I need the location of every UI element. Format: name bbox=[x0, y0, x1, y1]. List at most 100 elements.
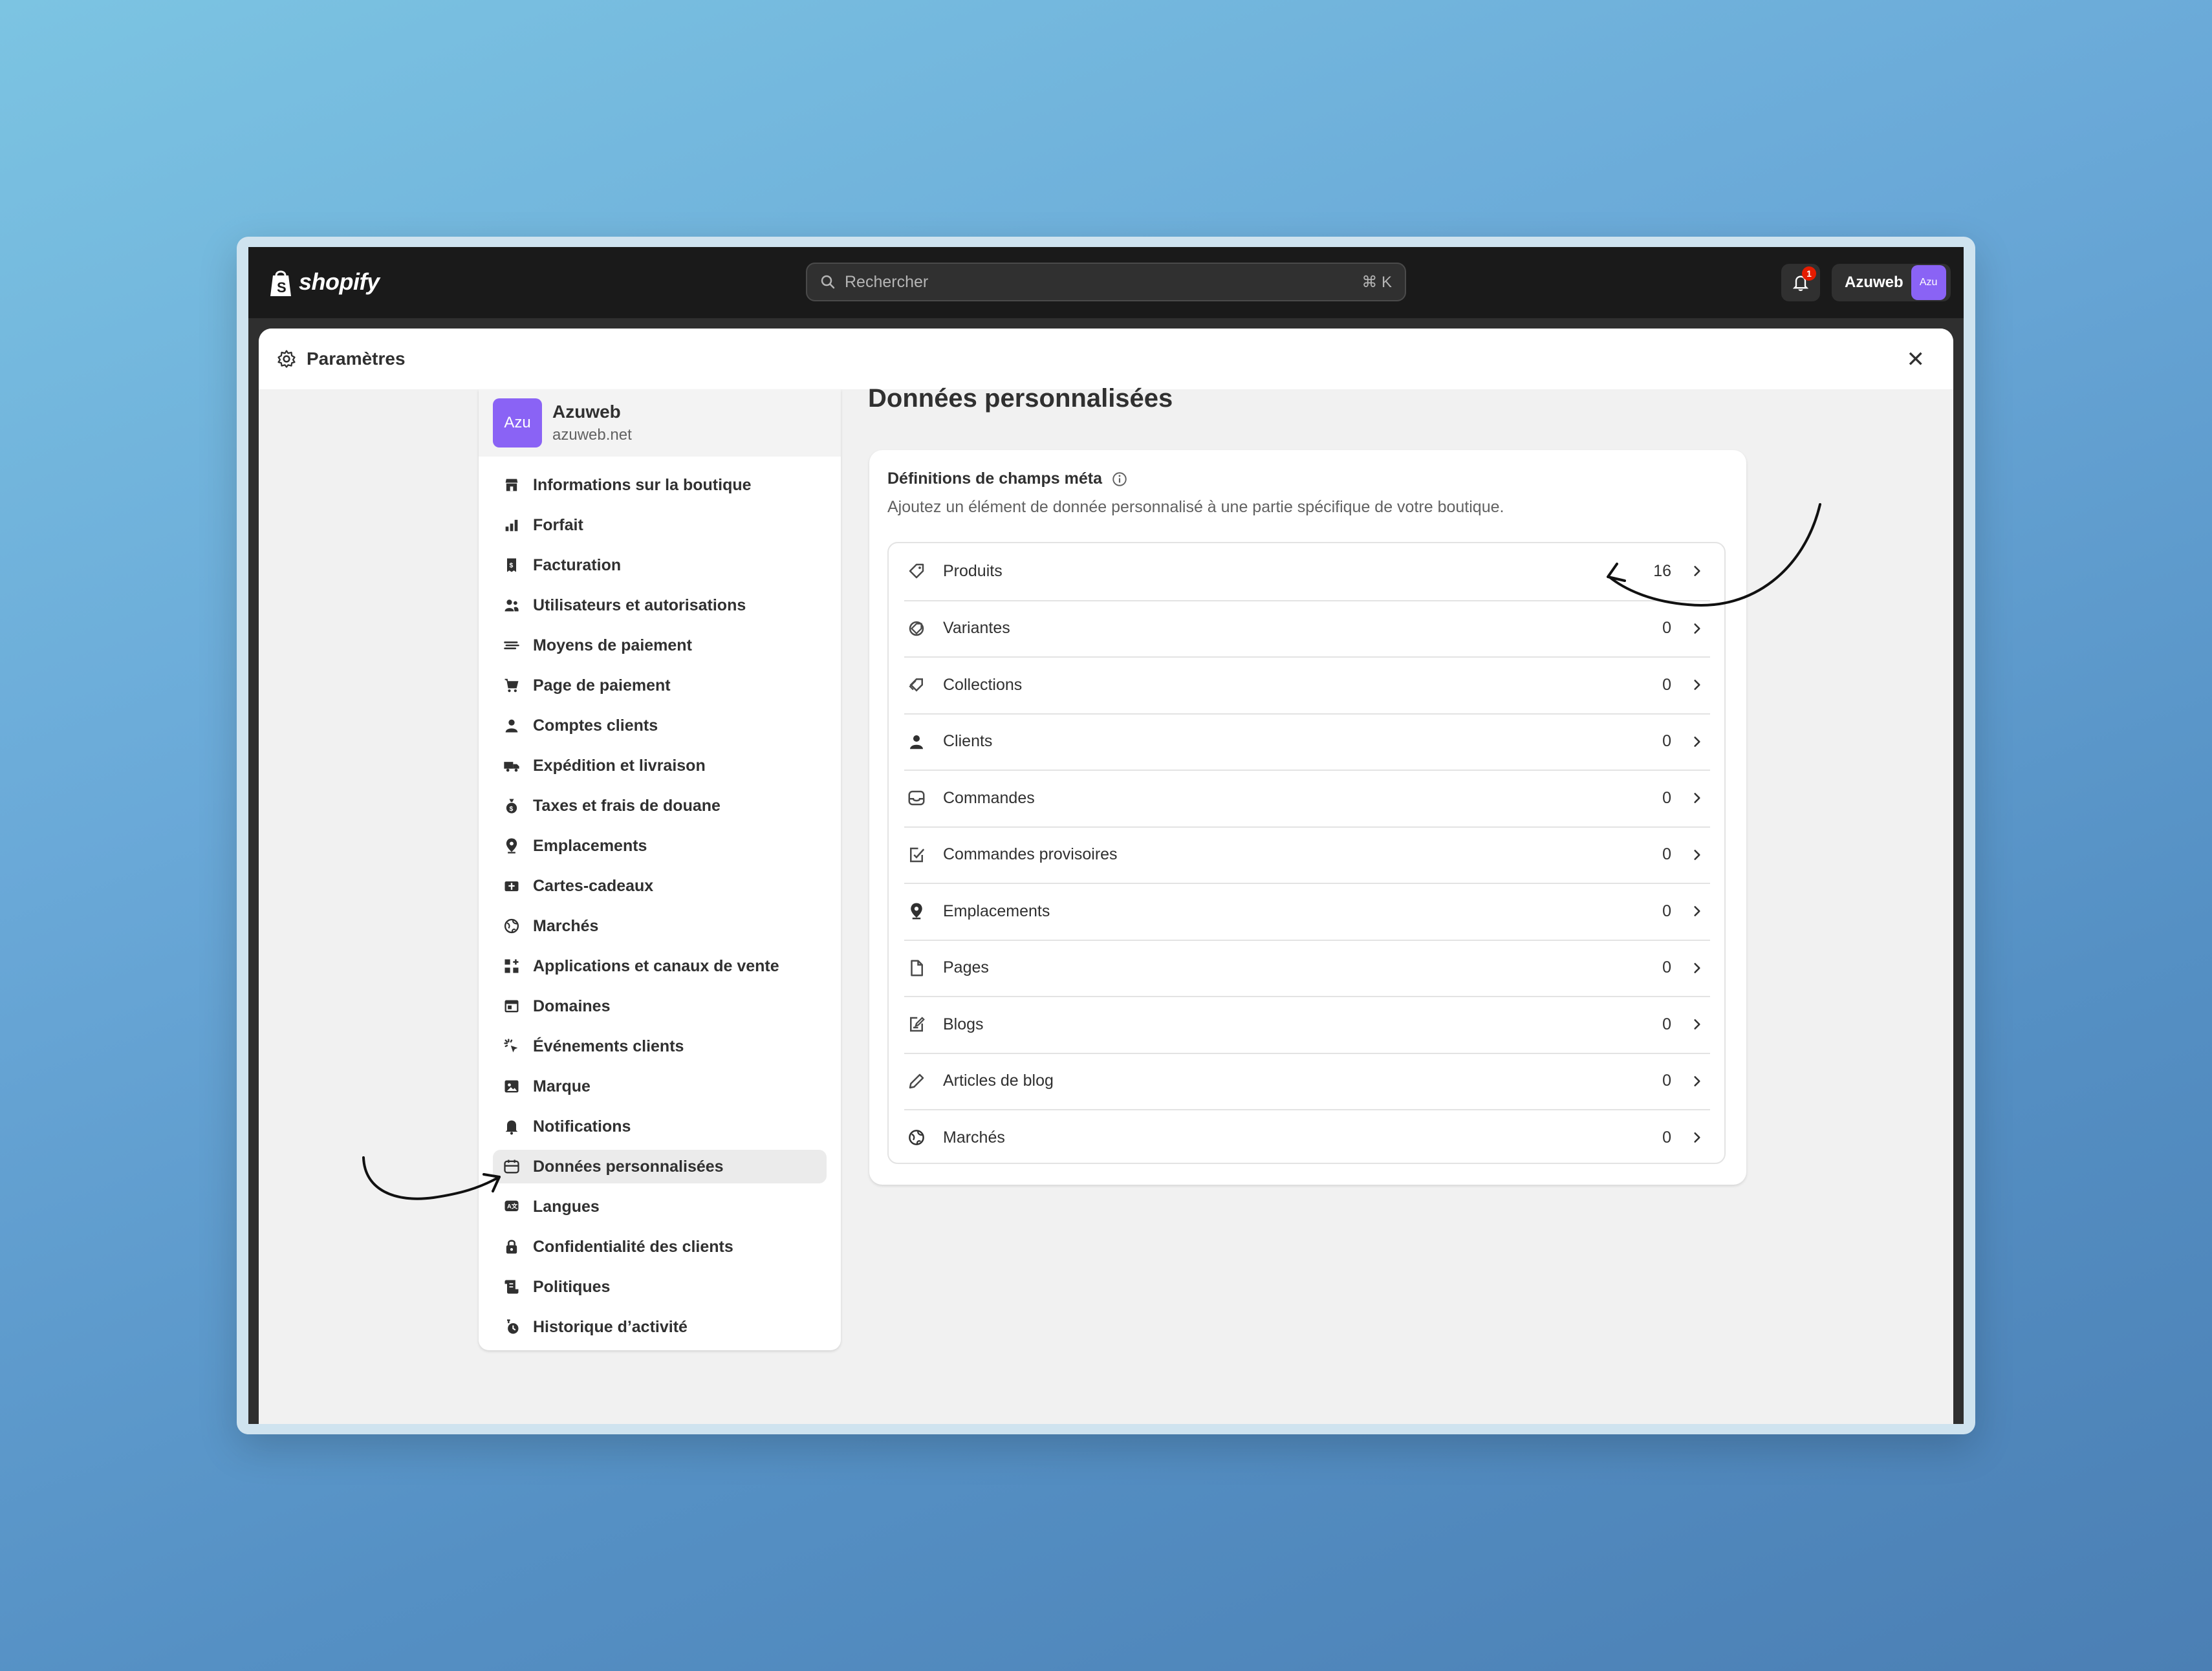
sidebar-item[interactable]: Expédition et livraison bbox=[493, 749, 827, 782]
domain-icon bbox=[504, 1000, 519, 1013]
sidebar-item[interactable]: Informations sur la boutique bbox=[493, 468, 827, 502]
store-avatar: Azu bbox=[493, 398, 542, 447]
chart-icon bbox=[505, 519, 518, 532]
history-icon bbox=[507, 1319, 519, 1334]
store-switcher[interactable]: Azu Azuweb azuweb.net bbox=[479, 389, 841, 457]
sidebar-item[interactable]: Utilisateurs et autorisations bbox=[493, 588, 827, 622]
sidebar-item[interactable]: Forfait bbox=[493, 508, 827, 542]
sidebar-item[interactable]: Moyens de paiement bbox=[493, 629, 827, 662]
resource-row[interactable]: Collections 0 bbox=[904, 656, 1710, 712]
resource-label: Articles de blog bbox=[943, 1072, 1054, 1090]
sidebar-item-icon bbox=[502, 636, 521, 655]
sidebar-item-icon bbox=[502, 1117, 521, 1136]
sidebar-item[interactable]: Politiques bbox=[493, 1270, 827, 1304]
sidebar-item[interactable]: $ Facturation bbox=[493, 548, 827, 582]
resource-count: 0 bbox=[1662, 1072, 1671, 1090]
moneybag-icon: $ bbox=[506, 799, 517, 814]
chevron-right-icon bbox=[1694, 623, 1700, 634]
giftcard-icon bbox=[504, 881, 519, 892]
bell-icon bbox=[505, 1120, 518, 1135]
location-icon bbox=[506, 838, 517, 854]
sidebar-item-label: Notifications bbox=[533, 1117, 631, 1136]
resource-count: 0 bbox=[1662, 675, 1671, 694]
sidebar-item[interactable]: Applications et canaux de vente bbox=[493, 949, 827, 983]
sidebar-item-label: Facturation bbox=[533, 555, 622, 574]
sidebar-item-label: Comptes clients bbox=[533, 716, 658, 735]
notifications-button[interactable]: 1 bbox=[1781, 264, 1820, 301]
sidebar-item-icon bbox=[502, 876, 521, 896]
chevron-right-icon bbox=[1694, 736, 1700, 747]
chevron-right-icon bbox=[1694, 1075, 1700, 1086]
sidebar-item[interactable]: Page de paiement bbox=[493, 669, 827, 702]
resource-row[interactable]: Articles de blog 0 bbox=[904, 1052, 1710, 1108]
resource-row[interactable]: Produits 16 bbox=[904, 543, 1710, 599]
sidebar-item[interactable]: Marchés bbox=[493, 909, 827, 943]
resource-row[interactable]: Emplacements 0 bbox=[904, 883, 1710, 938]
person-icon bbox=[910, 735, 923, 749]
resource-label: Collections bbox=[943, 675, 1023, 694]
resource-label: Commandes provisoires bbox=[943, 845, 1118, 863]
sidebar-item[interactable]: Événements clients bbox=[493, 1030, 827, 1063]
resource-row[interactable]: Pages 0 bbox=[904, 939, 1710, 995]
sidebar-item-label: Marchés bbox=[533, 916, 599, 935]
sidebar-item-icon: $ bbox=[502, 555, 521, 575]
blog-icon bbox=[910, 1017, 925, 1032]
users-icon bbox=[504, 599, 519, 612]
search-placeholder: Rechercher bbox=[845, 272, 929, 291]
sidebar-item-label: Utilisateurs et autorisations bbox=[533, 596, 746, 614]
lock-icon bbox=[506, 1240, 517, 1254]
variant-icon bbox=[909, 621, 924, 636]
close-icon[interactable]: ✕ bbox=[1907, 347, 1925, 372]
resource-label: Pages bbox=[943, 958, 989, 976]
card-description: Ajoutez un élément de donnée personnalis… bbox=[887, 498, 1504, 516]
resource-row[interactable]: Marchés 0 bbox=[904, 1109, 1710, 1165]
info-icon[interactable] bbox=[1111, 471, 1128, 488]
settings-modal: Paramètres ✕ Azu Azuweb azuweb.net Infor… bbox=[259, 329, 1953, 1424]
resource-row[interactable]: Commandes 0 bbox=[904, 770, 1710, 825]
sidebar-item[interactable]: Domaines bbox=[493, 989, 827, 1023]
sidebar-item-label: Confidentialité des clients bbox=[533, 1237, 733, 1256]
collection-icon bbox=[909, 678, 923, 692]
sidebar-item[interactable]: Cartes-cadeaux bbox=[493, 869, 827, 903]
resource-label: Variantes bbox=[943, 619, 1010, 637]
cursor-icon bbox=[504, 1039, 518, 1053]
resource-count: 0 bbox=[1662, 845, 1671, 863]
resource-row[interactable]: Commandes provisoires 0 bbox=[904, 826, 1710, 882]
shopify-logo[interactable]: S shopify bbox=[268, 266, 380, 297]
sidebar-item[interactable]: Historique d’activité bbox=[493, 1310, 827, 1344]
chevron-right-icon bbox=[1694, 849, 1700, 860]
brand-icon bbox=[504, 1080, 519, 1093]
resource-row[interactable]: Blogs 0 bbox=[904, 996, 1710, 1051]
sidebar-item[interactable]: Marque bbox=[493, 1070, 827, 1103]
annotation-arrow-left bbox=[362, 1156, 501, 1200]
store-icon bbox=[505, 479, 518, 491]
cart-icon bbox=[504, 678, 519, 693]
search-bar[interactable]: Rechercher ⌘ K bbox=[806, 263, 1406, 301]
globe-icon bbox=[909, 1130, 924, 1145]
truck-icon bbox=[504, 762, 519, 772]
sidebar-item[interactable]: Notifications bbox=[493, 1110, 827, 1143]
account-menu[interactable]: Azuweb Azu bbox=[1832, 264, 1951, 301]
resource-count: 0 bbox=[1662, 788, 1671, 807]
annotation-arrow-right bbox=[1607, 503, 1821, 607]
inbox-icon bbox=[908, 790, 925, 806]
sidebar-item[interactable]: Emplacements bbox=[493, 829, 827, 863]
sidebar-item-icon bbox=[502, 1077, 521, 1096]
sidebar-item[interactable]: Comptes clients bbox=[493, 709, 827, 742]
resource-row[interactable]: Clients 0 bbox=[904, 713, 1710, 769]
sidebar-item[interactable]: Confidentialité des clients bbox=[493, 1230, 827, 1264]
sidebar-item-label: Marque bbox=[533, 1077, 591, 1095]
pen-icon bbox=[909, 1073, 924, 1088]
chevron-right-icon bbox=[1694, 793, 1700, 803]
browser-screen: S shopify Rechercher ⌘ K 1 Azuweb Azu Pa… bbox=[248, 247, 1964, 1424]
resource-row[interactable]: Variantes 0 bbox=[904, 599, 1710, 656]
sidebar-item-label: Emplacements bbox=[533, 836, 647, 855]
resource-count: 0 bbox=[1662, 1015, 1671, 1033]
sidebar-item[interactable]: Données personnalisées bbox=[493, 1150, 827, 1183]
settings-sidebar: Azu Azuweb azuweb.net Informations sur l… bbox=[479, 389, 841, 1350]
sidebar-item[interactable]: A文 Langues bbox=[493, 1190, 827, 1224]
sidebar-item-label: Forfait bbox=[533, 515, 583, 534]
gear-icon bbox=[277, 350, 296, 368]
sidebar-item[interactable]: $ Taxes et frais de douane bbox=[493, 789, 827, 823]
store-domain: azuweb.net bbox=[552, 426, 632, 444]
